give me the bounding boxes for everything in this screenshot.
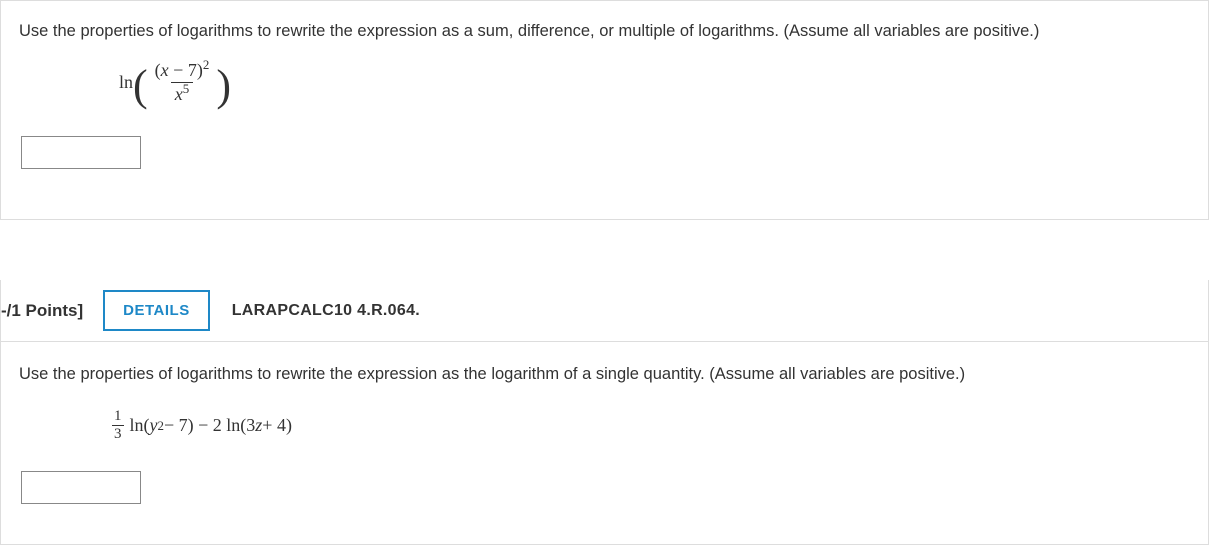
question-2-header: -/1 Points] DETAILS LARAPCALC10 4.R.064. [1,280,1208,341]
question-block-1: Use the properties of logarithms to rewr… [0,0,1209,220]
block-gap [0,220,1209,280]
question-1-prompt: Use the properties of logarithms to rewr… [19,19,1190,44]
answer-input-1[interactable] [21,136,141,169]
question-2-prompt: Use the properties of logarithms to rewr… [19,362,1190,387]
answer-input-2[interactable] [21,471,141,504]
denominator: x5 [171,82,193,105]
details-button[interactable]: DETAILS [103,290,210,331]
question-2-expression: 1 3 ln(y2 − 7) − 2 ln(3z + 4) [109,401,1190,451]
question-1-expression: ln ( (x − 7)2 x5 ) [119,58,1190,108]
ln-label: ln [119,72,133,93]
book-reference: LARAPCALC10 4.R.064. [232,302,420,320]
fraction: (x − 7)2 x5 [151,60,214,105]
points-label: -/1 Points] [1,301,83,321]
question-block-2: Use the properties of logarithms to rewr… [1,341,1208,544]
coefficient-fraction: 1 3 [112,408,124,443]
numerator: (x − 7)2 [151,60,214,82]
question-2-wrapper: -/1 Points] DETAILS LARAPCALC10 4.R.064.… [0,280,1209,545]
